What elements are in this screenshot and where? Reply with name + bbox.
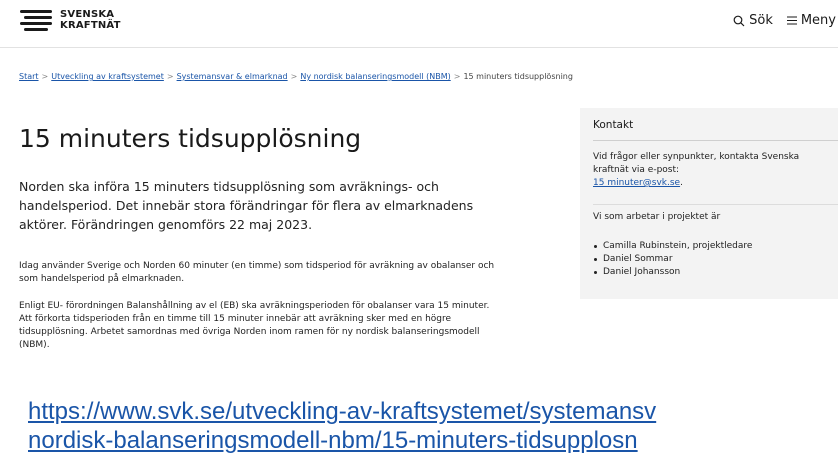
contact-members-list: Camilla Rubinstein, projektledare Daniel… <box>593 240 752 279</box>
page-url-line-2: nordisk-balanseringsmodell-nbm/15-minute… <box>28 427 638 454</box>
search-button[interactable]: Sök <box>733 13 773 28</box>
page-url-line-1: https://www.svk.se/utveckling-av-kraftsy… <box>28 398 657 425</box>
page-title: 15 minuters tidsupplösning <box>19 124 362 153</box>
lead-paragraph: Norden ska införa 15 minuters tidsupplös… <box>19 179 474 232</box>
content-fade-overlay <box>19 360 499 382</box>
search-label: Sök <box>749 13 773 28</box>
header-nav: Sök Meny <box>733 13 836 28</box>
list-item: Daniel Johansson <box>593 266 752 279</box>
menu-label: Meny <box>800 13 836 28</box>
breadcrumb-link-start[interactable]: Start <box>19 72 39 81</box>
contact-email-link[interactable]: 15 minuter@svk.se <box>593 178 680 188</box>
svenska-kraftnat-logo[interactable]: SVENSKA KRAFTNÄT <box>18 6 121 36</box>
contact-heading: Kontakt <box>593 119 634 131</box>
menu-button[interactable]: Meny <box>786 13 836 28</box>
breadcrumb-current: 15 minuters tidsupplösning <box>463 72 573 81</box>
page-url-link[interactable]: https://www.svk.se/utveckling-av-kraftsy… <box>28 397 656 455</box>
list-item: Daniel Sommar <box>593 253 752 266</box>
breadcrumb-link-utveckling[interactable]: Utveckling av kraftsystemet <box>51 72 164 81</box>
contact-intro: Vid frågor eller synpunkter, kontakta Sv… <box>593 151 833 190</box>
breadcrumb-link-systemansvar[interactable]: Systemansvar & elmarknad <box>177 72 288 81</box>
breadcrumb-separator: > <box>290 72 298 81</box>
contact-panel: Kontakt Vid frågor eller synpunkter, kon… <box>580 108 838 299</box>
breadcrumb-separator: > <box>41 72 49 81</box>
contact-intro-text: Vid frågor eller synpunkter, kontakta Sv… <box>593 152 800 175</box>
breadcrumb-link-nbm[interactable]: Ny nordisk balanseringsmodell (NBM) <box>300 72 450 81</box>
logo-line-2: KRAFTNÄT <box>60 20 121 31</box>
contact-divider <box>593 140 838 141</box>
hamburger-menu-icon <box>786 16 797 25</box>
search-icon <box>733 15 745 26</box>
body-paragraph-1: Idag använder Sverige och Norden 60 minu… <box>19 261 495 284</box>
list-item: Camilla Rubinstein, projektledare <box>593 240 752 253</box>
contact-divider-2 <box>593 204 838 205</box>
breadcrumb-separator: > <box>166 72 174 81</box>
logo-wordmark: SVENSKA KRAFTNÄT <box>60 10 121 32</box>
site-header: SVENSKA KRAFTNÄT Sök Meny <box>0 0 838 48</box>
contact-email-suffix: . <box>680 178 683 188</box>
body-paragraph-2: Enligt EU- förordningen Balanshållning a… <box>19 301 490 350</box>
breadcrumb-separator: > <box>453 72 461 81</box>
logo-mark-icon <box>18 8 54 34</box>
contact-team-intro: Vi som arbetar i projektet är <box>593 212 721 222</box>
breadcrumb: Start > Utveckling av kraftsystemet > System… <box>19 72 573 81</box>
